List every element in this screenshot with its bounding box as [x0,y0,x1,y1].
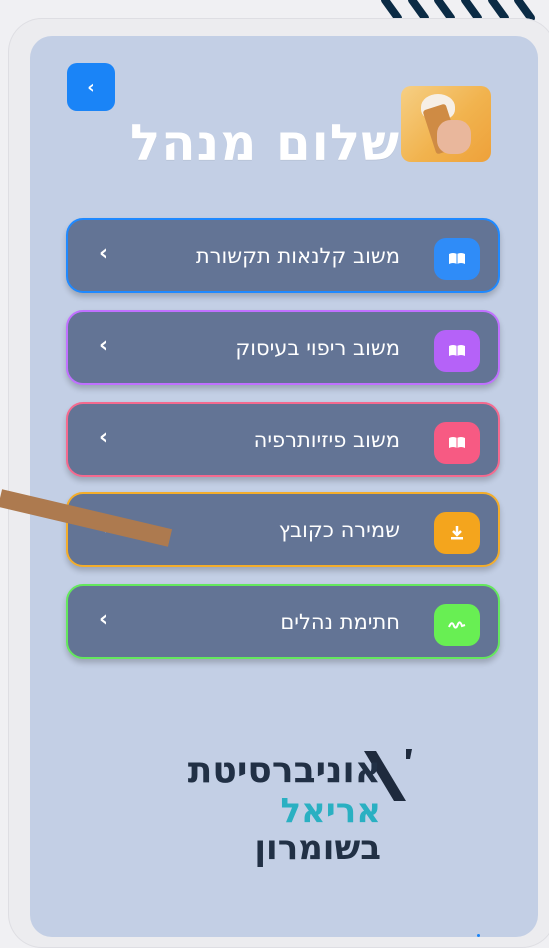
logo-line-1: אוניברסיטת [187,750,381,791]
back-button[interactable]: ‹ [67,63,115,111]
menu-item-physiotherapy-feedback[interactable]: משוב פיזיותרפיה ‹ [66,402,500,477]
menu-item-label: חתימת נהלים [280,610,400,634]
menu-item-sign-procedures[interactable]: חתימת נהלים ‹ [66,584,500,659]
book-icon [434,422,480,464]
avatar [401,86,491,162]
download-icon [434,512,480,554]
menu-item-speech-therapy-feedback[interactable]: משוב קלנאות תקשורת ‹ [66,218,500,293]
chevron-left-icon: ‹ [99,241,109,266]
hand-image [437,120,471,154]
university-logo: אוניברסיטת אריאל בשומרון [188,711,474,871]
chevron-left-icon: ‹ [87,76,95,98]
menu-item-occupational-therapy-feedback[interactable]: משוב ריפוי בעיסוק ‹ [66,310,500,385]
menu-item-label: משוב פיזיותרפיה [253,428,400,452]
book-icon [434,238,480,280]
indicator-dot [477,934,480,937]
menu-item-label: שמירה כקובץ [278,518,400,542]
logo-line-3: בשומרון [254,828,381,868]
signature-icon [434,604,480,646]
pointer-arrow [0,489,173,547]
menu-item-label: משוב ריפוי בעיסוק [235,336,400,360]
chevron-left-icon: ‹ [99,333,109,358]
chevron-left-icon: ‹ [99,425,109,450]
chevron-left-icon: ‹ [99,607,109,632]
book-icon [434,330,480,372]
page-title: שלום מנהל [130,114,400,172]
menu-item-label: משוב קלנאות תקשורת [195,244,400,268]
logo-line-2: אריאל [280,791,381,831]
